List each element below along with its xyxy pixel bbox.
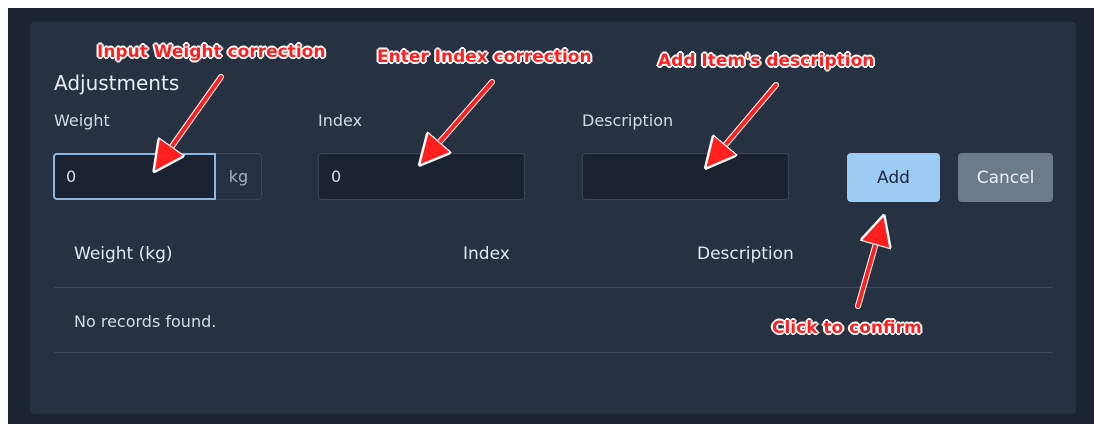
arrow-weight: [158, 74, 224, 166]
arrow-confirm: [855, 222, 882, 309]
arrow-description: [710, 82, 779, 163]
arrow-index: [424, 79, 495, 160]
annotation-arrows: [0, 74, 1094, 309]
